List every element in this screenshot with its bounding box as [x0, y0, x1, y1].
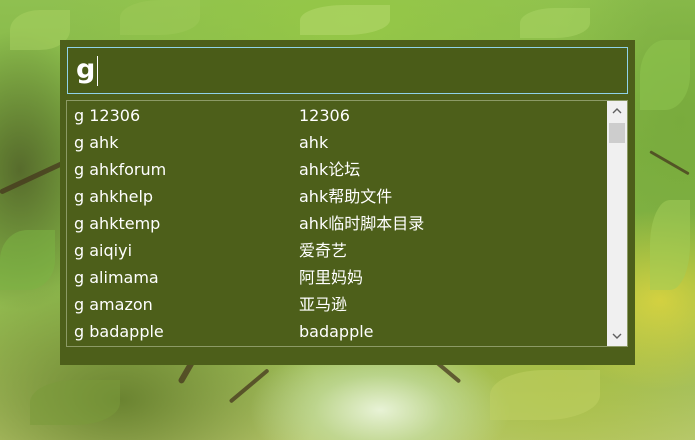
scroll-thumb[interactable]: [609, 123, 625, 143]
item-command: g ahkforum: [74, 160, 167, 179]
list-item[interactable]: g ahk ahk: [67, 129, 607, 156]
wallpaper-foliage: [640, 40, 690, 110]
item-command: g badapple: [74, 322, 164, 341]
quick-launcher-window: g g 12306 12306 g ahk ahk g ahkforum ahk…: [60, 40, 635, 365]
item-command: g alimama: [74, 268, 159, 287]
chevron-down-icon: [612, 333, 622, 339]
list-item[interactable]: g ahkforum ahk论坛: [67, 156, 607, 183]
scroll-down-button[interactable]: [607, 326, 627, 346]
wallpaper-branch: [649, 150, 690, 176]
item-description: 阿里妈妈: [299, 268, 364, 287]
item-command: g amazon: [74, 295, 153, 314]
wallpaper-foliage: [300, 5, 390, 35]
item-description: 亚马逊: [299, 295, 348, 314]
item-description: 12306: [299, 106, 350, 125]
search-input-text[interactable]: g: [76, 52, 99, 88]
wallpaper-branch: [0, 160, 65, 195]
list-item[interactable]: g badapple badapple: [67, 318, 607, 345]
item-description: ahk论坛: [299, 160, 361, 179]
wallpaper-foliage: [650, 200, 690, 290]
item-description: ahk: [299, 133, 329, 152]
item-command: g ahk: [74, 133, 119, 152]
item-command: g 12306: [74, 106, 141, 125]
list-item[interactable]: g ahktemp ahk临时脚本目录: [67, 210, 607, 237]
search-input[interactable]: g: [67, 47, 628, 94]
scroll-up-button[interactable]: [607, 101, 627, 121]
text-caret: [97, 55, 99, 86]
item-description: ahk帮助文件: [299, 187, 393, 206]
item-description: badapple: [299, 322, 374, 341]
wallpaper-foliage: [0, 230, 55, 290]
list-item[interactable]: g aiqiyi 爱奇艺: [67, 237, 607, 264]
item-description: ahk临时脚本目录: [299, 214, 425, 233]
chevron-up-icon: [612, 108, 622, 114]
wallpaper-foliage: [490, 370, 600, 420]
item-description: 爱奇艺: [299, 241, 348, 260]
search-query: g: [76, 54, 96, 85]
item-command: g ahktemp: [74, 214, 161, 233]
item-command: g ahkhelp: [74, 187, 154, 206]
results-list[interactable]: g 12306 12306 g ahk ahk g ahkforum ahk论坛…: [66, 100, 628, 347]
item-command: g aiqiyi: [74, 241, 133, 260]
list-item[interactable]: g ahkhelp ahk帮助文件: [67, 183, 607, 210]
list-item[interactable]: g amazon 亚马逊: [67, 291, 607, 318]
wallpaper-foliage: [30, 380, 120, 425]
list-item[interactable]: g alimama 阿里妈妈: [67, 264, 607, 291]
wallpaper-foliage: [120, 0, 200, 35]
scroll-track[interactable]: [607, 121, 627, 326]
wallpaper-branch: [228, 368, 270, 404]
wallpaper-foliage: [520, 8, 590, 38]
list-item[interactable]: g 12306 12306: [67, 102, 607, 129]
vertical-scrollbar[interactable]: [607, 101, 627, 346]
